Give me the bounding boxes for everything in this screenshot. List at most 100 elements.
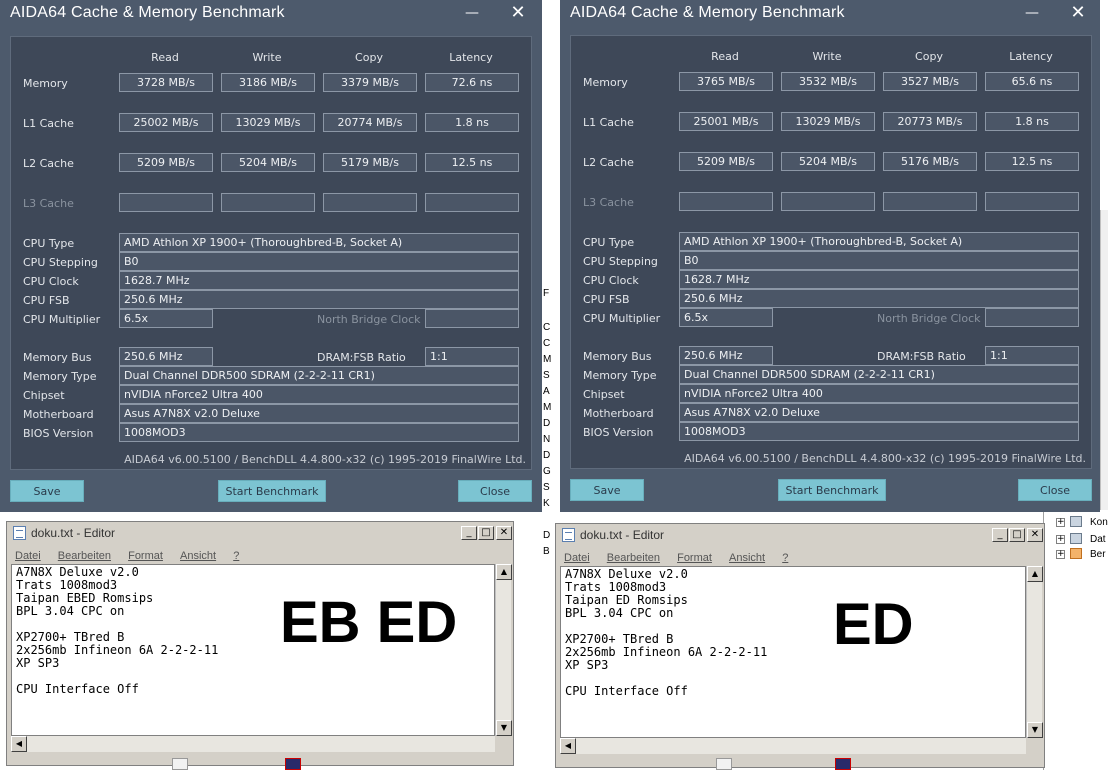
l1-write-value: 13029 MB/s <box>781 112 875 131</box>
aida-titlebar[interactable]: AIDA64 Cache & Memory Benchmark — ✕ <box>560 0 1100 28</box>
cpu-clock-value: 1628.7 MHz <box>119 271 519 290</box>
memory-copy-value: 3527 MB/s <box>883 72 977 91</box>
app-task-icon[interactable] <box>285 758 301 770</box>
aida-titlebar[interactable]: AIDA64 Cache & Memory Benchmark — ✕ <box>0 0 542 28</box>
scroll-down-icon[interactable]: ▼ <box>496 720 512 736</box>
big-label-text: ED <box>833 592 914 657</box>
bg-char: N <box>543 434 551 445</box>
notepad-task-icon[interactable] <box>172 758 188 770</box>
app-task-icon[interactable] <box>835 758 851 770</box>
editor-menubar: Datei Bearbeiten Format Ansicht ? <box>9 544 511 562</box>
close-window-button[interactable]: ✕ <box>506 2 530 24</box>
notepad-task-icon[interactable] <box>716 758 732 770</box>
aida-title: AIDA64 Cache & Memory Benchmark <box>10 4 285 21</box>
minimize-button[interactable]: _ <box>992 528 1008 542</box>
editor-window-right: doku.txt - Editor _ □ ✕ Datei Bearbeiten… <box>555 523 1045 768</box>
save-button[interactable]: Save <box>570 479 644 501</box>
editor-text-area[interactable]: A7N8X Deluxe v2.0 Trats 1008mod3 Taipan … <box>560 566 1026 738</box>
save-button[interactable]: Save <box>10 480 84 502</box>
col-header-read: Read <box>151 51 179 64</box>
col-header-write: Write <box>812 50 842 63</box>
chipset-label: Chipset <box>23 389 65 402</box>
cpu-type-value: AMD Athlon XP 1900+ (Thoroughbred-B, Soc… <box>679 232 1079 251</box>
close-button[interactable]: ✕ <box>1027 528 1043 542</box>
horizontal-scrollbar[interactable]: ◀ <box>560 738 1026 754</box>
scroll-up-icon[interactable]: ▲ <box>1027 566 1043 582</box>
bg-char: K <box>543 498 550 509</box>
menu-datei[interactable]: Datei <box>15 550 41 562</box>
bg-char: A <box>543 386 550 397</box>
l1-read-value: 25002 MB/s <box>119 113 213 132</box>
menu-ansicht[interactable]: Ansicht <box>729 552 765 564</box>
cpu-fsb-value: 250.6 MHz <box>119 290 519 309</box>
bg-char: D <box>543 530 551 541</box>
minimize-button[interactable]: — <box>460 2 484 24</box>
tree-item[interactable]: Ber <box>1090 549 1106 560</box>
cpu-stepping-value: B0 <box>679 251 1079 270</box>
minimize-button[interactable]: — <box>1020 2 1044 24</box>
maximize-button[interactable]: □ <box>478 526 494 540</box>
l2-read-value: 5209 MB/s <box>679 152 773 171</box>
editor-menubar: Datei Bearbeiten Format Ansicht ? <box>558 546 1042 564</box>
benchmark-panel: Read Write Copy Latency Memory 3765 MB/s… <box>570 35 1092 469</box>
big-label-text: EB ED <box>280 590 458 655</box>
start-benchmark-button[interactable]: Start Benchmark <box>218 480 326 502</box>
col-header-latency: Latency <box>1009 50 1053 63</box>
scroll-left-icon[interactable]: ◀ <box>11 736 27 752</box>
menu-bearbeiten[interactable]: Bearbeiten <box>58 550 111 562</box>
tree-item[interactable]: Dat <box>1090 534 1106 545</box>
aida-window-right: AIDA64 Cache & Memory Benchmark — ✕ Read… <box>560 0 1100 512</box>
tree-expand-icon[interactable]: + <box>1056 550 1065 559</box>
close-window-button[interactable]: ✕ <box>1066 2 1090 24</box>
text-line: CPU Interface Off <box>16 682 139 696</box>
menu-ansicht[interactable]: Ansicht <box>180 550 216 562</box>
dram-fsb-value: 1:1 <box>985 346 1079 365</box>
menu-datei[interactable]: Datei <box>564 552 590 564</box>
scroll-down-icon[interactable]: ▼ <box>1027 722 1043 738</box>
row-label-l3: L3 Cache <box>23 197 74 210</box>
row-label-l2: L2 Cache <box>583 156 634 169</box>
menu-help[interactable]: ? <box>782 552 788 564</box>
chipset-label: Chipset <box>583 388 625 401</box>
editor-titlebar[interactable]: doku.txt - Editor _ □ ✕ <box>9 524 512 542</box>
maximize-button[interactable]: □ <box>1009 528 1025 542</box>
tree-item[interactable]: Kon <box>1090 517 1108 528</box>
scroll-up-icon[interactable]: ▲ <box>496 564 512 580</box>
l3-read-value <box>679 192 773 211</box>
row-label-l2: L2 Cache <box>23 157 74 170</box>
tree-expand-icon[interactable]: + <box>1056 518 1065 527</box>
dram-fsb-value: 1:1 <box>425 347 519 366</box>
cpu-fsb-value: 250.6 MHz <box>679 289 1079 308</box>
close-button[interactable]: Close <box>458 480 532 502</box>
close-button[interactable]: ✕ <box>496 526 512 540</box>
vertical-scrollbar[interactable]: ▲ ▼ <box>495 564 512 736</box>
l3-copy-value <box>323 193 417 212</box>
nb-clock-label: North Bridge Clock <box>877 312 981 325</box>
l1-latency-value: 1.8 ns <box>985 112 1079 131</box>
l3-latency-value <box>985 192 1079 211</box>
horizontal-scrollbar[interactable]: ◀ <box>11 736 495 752</box>
editor-window-left: doku.txt - Editor _ □ ✕ Datei Bearbeiten… <box>6 521 514 766</box>
text-line: BPL 3.04 CPC on <box>565 606 674 620</box>
row-label-l1: L1 Cache <box>583 116 634 129</box>
start-benchmark-button[interactable]: Start Benchmark <box>778 479 886 501</box>
memory-type-label: Memory Type <box>23 370 97 383</box>
vertical-scrollbar[interactable]: ▲ ▼ <box>1026 566 1043 738</box>
editor-titlebar[interactable]: doku.txt - Editor _ □ ✕ <box>558 526 1043 544</box>
menu-format[interactable]: Format <box>128 550 163 562</box>
close-button[interactable]: Close <box>1018 479 1092 501</box>
bios-label: BIOS Version <box>23 427 94 440</box>
bg-char: S <box>543 482 550 493</box>
editor-text-area[interactable]: A7N8X Deluxe v2.0 Trats 1008mod3 Taipan … <box>11 564 495 736</box>
tree-expand-icon[interactable]: + <box>1056 535 1065 544</box>
l2-write-value: 5204 MB/s <box>781 152 875 171</box>
dram-fsb-label: DRAM:FSB Ratio <box>317 351 406 364</box>
cpu-clock-label: CPU Clock <box>583 274 639 287</box>
memory-type-value: Dual Channel DDR500 SDRAM (2-2-2-11 CR1) <box>119 366 519 385</box>
memory-write-value: 3532 MB/s <box>781 72 875 91</box>
menu-bearbeiten[interactable]: Bearbeiten <box>607 552 660 564</box>
minimize-button[interactable]: _ <box>461 526 477 540</box>
menu-help[interactable]: ? <box>233 550 239 562</box>
scroll-left-icon[interactable]: ◀ <box>560 738 576 754</box>
menu-format[interactable]: Format <box>677 552 712 564</box>
